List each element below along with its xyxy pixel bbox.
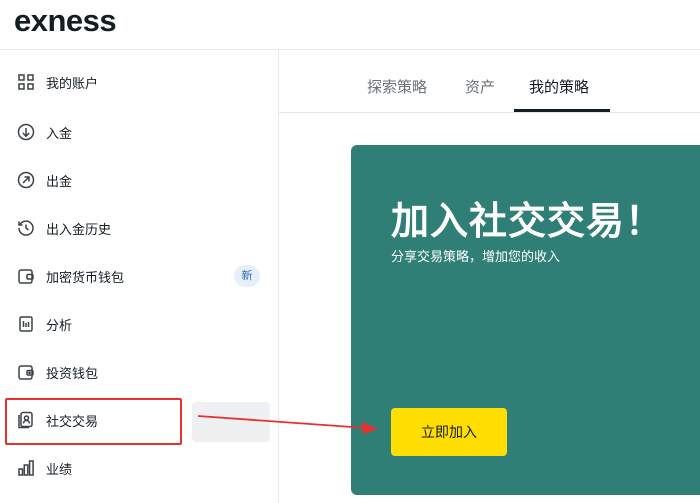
- social-trading-banner: 加入社交交易！ 分享交易策略，增加您的收入 立即加入: [351, 145, 700, 495]
- top-header: exness: [0, 0, 700, 50]
- sidebar-item-label: 加密货币钱包: [46, 271, 125, 286]
- sidebar-item-label: 出金: [46, 175, 73, 190]
- social-trading-icon: [18, 411, 33, 429]
- banner-title: 加入社交交易！: [391, 199, 665, 243]
- sidebar-item-history[interactable]: 出入金历史: [0, 206, 279, 252]
- deposit-arrow-down-icon: [17, 123, 35, 141]
- sidebar-item-label: 入金: [46, 127, 73, 142]
- tab-my-strategies[interactable]: 我的策略: [529, 76, 589, 97]
- analytics-icon: [19, 316, 33, 332]
- sidebar-item-label: 社交交易: [46, 415, 99, 430]
- sidebar-item-label: 我的账户: [46, 77, 99, 92]
- sidebar-item-label: 业绩: [46, 463, 73, 478]
- sidebar-item-withdraw[interactable]: 出金: [0, 158, 279, 204]
- sidebar-item-performance[interactable]: 业绩: [0, 446, 279, 492]
- sidebar-item-crypto-wallet[interactable]: 加密货币钱包 新: [0, 254, 279, 300]
- sidebar-item-label: 投资钱包: [46, 367, 99, 382]
- new-badge: 新: [234, 265, 260, 287]
- dashboard-grid-icon: [18, 74, 34, 90]
- withdraw-arrow-up-icon: [17, 171, 35, 189]
- investment-wallet-icon: [18, 365, 34, 380]
- banner-subtitle: 分享交易策略，增加您的收入: [391, 250, 561, 265]
- sidebar-item-label: 出入金历史: [46, 223, 112, 238]
- active-tab-underline: [514, 109, 610, 112]
- history-icon: [18, 220, 34, 236]
- sidebar-item-label: 分析: [46, 319, 73, 334]
- join-now-button[interactable]: 立即加入: [391, 408, 507, 456]
- strategy-tabs: 探索策略 资产 我的策略: [279, 50, 700, 113]
- tab-assets[interactable]: 资产: [465, 76, 495, 97]
- sidebar-item-analytics[interactable]: 分析: [0, 302, 279, 348]
- performance-bar-chart-icon: [18, 460, 34, 476]
- sidebar-item-deposit[interactable]: 入金: [0, 110, 279, 156]
- exness-logo[interactable]: exness: [14, 3, 117, 39]
- sidebar-item-my-account[interactable]: 我的账户: [0, 60, 279, 106]
- crypto-wallet-icon: [18, 269, 34, 284]
- tab-explore-strategies[interactable]: 探索策略: [367, 76, 427, 97]
- sidebar-item-social-trading[interactable]: 社交交易: [0, 398, 279, 444]
- sidebar: 我的账户 入金 出金 出入金历史 加密货币钱包 新 分析 投资钱包 社交交易 业…: [0, 50, 279, 503]
- sidebar-item-investment-wallet[interactable]: 投资钱包: [0, 350, 279, 396]
